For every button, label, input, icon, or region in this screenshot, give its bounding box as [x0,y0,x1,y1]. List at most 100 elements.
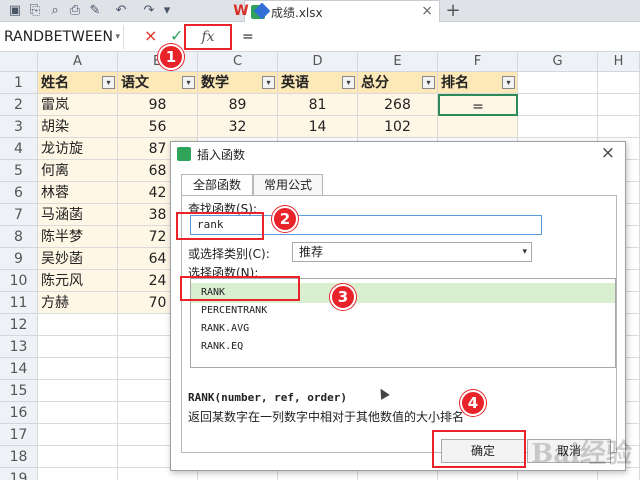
row-header[interactable]: 16 [0,402,38,424]
filter-dropdown-icon[interactable]: ▾ [342,76,355,89]
cancel-formula-icon[interactable]: × [144,26,157,45]
empty-cell[interactable] [38,402,118,424]
table-cell[interactable]: 何离 [38,160,118,182]
table-cell[interactable] [438,116,518,138]
row-header[interactable]: 19 [0,468,38,480]
chevron-down-icon[interactable]: ▾ [522,243,527,261]
row-header[interactable]: 10 [0,270,38,292]
row-header[interactable]: 3 [0,116,38,138]
row-header[interactable]: 2 [0,94,38,116]
header-cell[interactable]: 数学 ▾ [198,72,278,94]
table-cell[interactable]: 方赫 [38,292,118,314]
table-cell[interactable]: 雷岚 [38,94,118,116]
table-cell[interactable]: 56 [118,116,198,138]
empty-cell[interactable] [38,446,118,468]
empty-cell[interactable] [518,116,598,138]
filter-dropdown-icon[interactable]: ▾ [182,76,195,89]
filter-dropdown-icon[interactable]: ▾ [502,76,515,89]
table-cell[interactable]: 98 [118,94,198,116]
header-cell[interactable]: 总分 ▾ [358,72,438,94]
header-cell[interactable]: 语文 ▾ [118,72,198,94]
export-icon[interactable]: ⎘ [26,2,44,20]
insert-function-button[interactable]: fx [184,24,232,50]
table-cell[interactable]: 32 [198,116,278,138]
column-header-f[interactable]: F [438,52,518,72]
column-header-g[interactable]: G [518,52,598,72]
row-header[interactable]: 12 [0,314,38,336]
function-item-rank-avg[interactable]: RANK.AVG [191,319,615,339]
category-select[interactable]: 推荐 ▾ [292,242,532,262]
row-header[interactable]: 8 [0,226,38,248]
table-cell[interactable]: 268 [358,94,438,116]
table-cell[interactable]: 马涵菡 [38,204,118,226]
column-header-h[interactable]: H [598,52,640,72]
dialog-title-bar[interactable]: 插入函数 × [171,142,625,166]
tab-common-formulas[interactable]: 常用公式 [253,174,323,196]
table-cell[interactable]: 14 [278,116,358,138]
table-cell[interactable]: = [438,94,518,116]
row-header[interactable]: 9 [0,248,38,270]
filter-dropdown-icon[interactable]: ▾ [422,76,435,89]
print-preview-icon[interactable]: ⌕ [46,2,64,20]
document-tab[interactable]: 成绩.xlsx × [244,0,440,22]
empty-cell[interactable] [598,116,640,138]
select-all-corner[interactable] [0,52,38,72]
name-box[interactable]: RANDBETWEEN ▾ [0,25,124,49]
empty-cell[interactable] [38,468,118,480]
dropdown-icon[interactable]: ▾ [158,2,176,20]
print-icon[interactable]: ⎙ [66,2,84,20]
row-header[interactable]: 17 [0,424,38,446]
function-item-percentrank[interactable]: PERCENTRANK [191,301,615,321]
row-header[interactable]: 5 [0,160,38,182]
filter-dropdown-icon[interactable]: ▾ [102,76,115,89]
empty-cell[interactable] [38,336,118,358]
header-cell[interactable]: 姓名 ▾ [38,72,118,94]
empty-cell[interactable] [598,94,640,116]
formula-input[interactable]: = [236,25,636,49]
row-header[interactable]: 11 [0,292,38,314]
empty-cell[interactable] [598,72,640,94]
confirm-formula-icon[interactable]: ✓ [170,26,183,45]
row-header[interactable]: 7 [0,204,38,226]
table-cell[interactable]: 陈元风 [38,270,118,292]
row-header[interactable]: 14 [0,358,38,380]
empty-cell[interactable] [38,314,118,336]
chevron-down-icon[interactable]: ▾ [115,25,120,49]
wps-logo-icon[interactable]: W [232,2,250,20]
table-cell[interactable]: 林蓉 [38,182,118,204]
header-cell[interactable]: 排名 ▾ [438,72,518,94]
column-header-a[interactable]: A [38,52,118,72]
header-cell[interactable]: 英语 ▾ [278,72,358,94]
column-header-e[interactable]: E [358,52,438,72]
table-cell[interactable]: 陈半梦 [38,226,118,248]
row-header[interactable]: 13 [0,336,38,358]
table-cell[interactable]: 102 [358,116,438,138]
empty-cell[interactable] [38,424,118,446]
format-painter-icon[interactable]: ✎ [86,2,104,20]
close-icon[interactable]: × [601,143,615,163]
row-header[interactable]: 18 [0,446,38,468]
row-header[interactable]: 6 [0,182,38,204]
table-cell[interactable]: 81 [278,94,358,116]
row-header[interactable]: 4 [0,138,38,160]
add-tab-button[interactable]: + [444,0,462,22]
filter-dropdown-icon[interactable]: ▾ [262,76,275,89]
undo-icon[interactable]: ↶ [112,2,130,20]
table-cell[interactable]: 胡染 [38,116,118,138]
row-header[interactable]: 15 [0,380,38,402]
tab-all-functions[interactable]: 全部函数 [181,174,253,196]
empty-cell[interactable] [518,94,598,116]
empty-cell[interactable] [518,72,598,94]
empty-cell[interactable] [38,358,118,380]
column-header-c[interactable]: C [198,52,278,72]
close-tab-icon[interactable]: × [421,3,433,19]
function-item-rank-eq[interactable]: RANK.EQ [191,337,615,357]
table-cell[interactable]: 龙访旋 [38,138,118,160]
redo-icon[interactable]: ↷ [140,2,158,20]
table-cell[interactable]: 吴妙菡 [38,248,118,270]
row-header[interactable]: 1 [0,72,38,94]
column-header-d[interactable]: D [278,52,358,72]
table-cell[interactable]: 89 [198,94,278,116]
empty-cell[interactable] [38,380,118,402]
save-icon[interactable]: ▣ [6,2,24,20]
